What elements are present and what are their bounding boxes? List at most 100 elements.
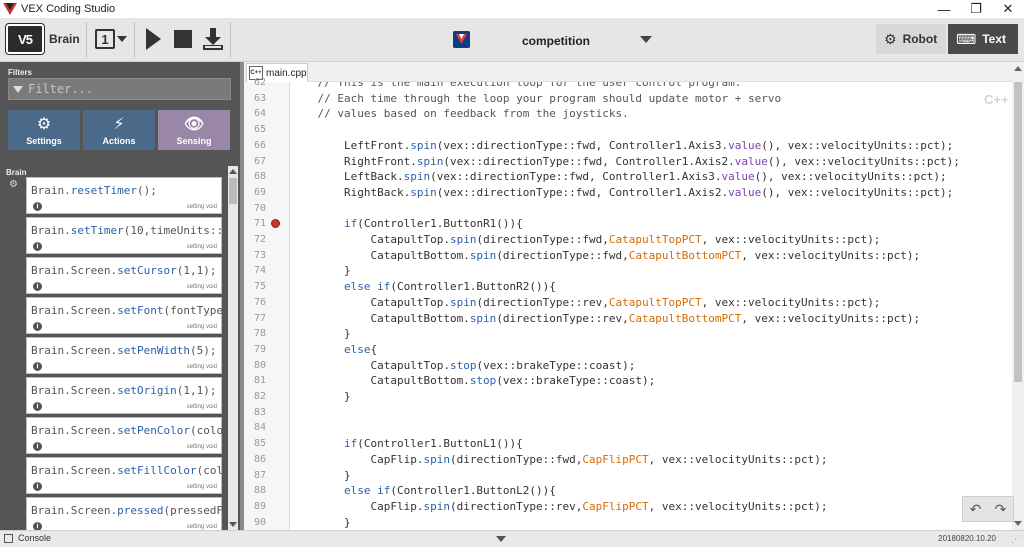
minimize-button[interactable]: —: [928, 0, 960, 18]
info-icon[interactable]: i: [33, 442, 42, 451]
info-icon[interactable]: i: [33, 202, 42, 211]
code-line[interactable]: }: [291, 326, 1011, 342]
robot-mode-button[interactable]: ⚙ Robot: [876, 24, 946, 54]
project-icon[interactable]: [453, 31, 470, 48]
code-line[interactable]: }: [291, 468, 1011, 484]
editor-tab-bar: C++ main.cpp: [244, 62, 1024, 82]
info-icon[interactable]: i: [33, 482, 42, 491]
snippet-code: Brain.Screen.setFont(fontType:: [31, 304, 222, 317]
snippet-block[interactable]: Brain.Screen.pressed(pressedFuisetting v…: [26, 497, 222, 530]
code-token: (Controller1.ButtonR2()){: [390, 280, 556, 294]
code-line[interactable]: // This is the main execution loop for t…: [291, 82, 1011, 91]
scroll-up-icon[interactable]: [229, 169, 237, 174]
restore-button[interactable]: ❐: [960, 0, 992, 18]
scroll-thumb[interactable]: [1014, 82, 1022, 382]
code-line[interactable]: [291, 122, 1011, 138]
chevron-down-icon[interactable]: [117, 36, 127, 42]
redo-icon[interactable]: ↷: [995, 501, 1007, 518]
code-line[interactable]: RightFront.spin(vex::directionType::fwd,…: [291, 154, 1011, 170]
code-line[interactable]: // Each time through the loop your progr…: [291, 91, 1011, 107]
code-line[interactable]: RightBack.spin(vex::directionType::fwd, …: [291, 185, 1011, 201]
editor-scrollbar[interactable]: [1012, 62, 1024, 530]
line-number: 69: [253, 186, 266, 198]
snippet-block[interactable]: Brain.resetTimer(); i setting void: [26, 177, 222, 214]
code-line[interactable]: CapFlip.spin(directionType::rev,CapFlipP…: [291, 499, 1011, 515]
code-line[interactable]: CatapultTop.spin(directionType::fwd,Cata…: [291, 232, 1011, 248]
code-token: , vex::velocityUnits::pct);: [701, 295, 881, 309]
line-number: 85: [253, 438, 266, 450]
code-line[interactable]: LeftBack.spin(vex::directionType::fwd, C…: [291, 169, 1011, 185]
info-icon[interactable]: i: [33, 522, 42, 530]
code-line[interactable]: LeftFront.spin(vex::directionType::fwd, …: [291, 138, 1011, 154]
info-icon[interactable]: i: [33, 322, 42, 331]
info-icon[interactable]: i: [33, 282, 42, 291]
line-number: 71: [253, 218, 266, 230]
play-icon[interactable]: [146, 28, 161, 50]
scroll-up-icon[interactable]: [1014, 66, 1022, 71]
project-name[interactable]: competition: [522, 34, 590, 48]
code-line[interactable]: CatapultTop.spin(directionType::rev,Cata…: [291, 295, 1011, 311]
code-line[interactable]: if(Controller1.ButtonL1()){: [291, 436, 1011, 452]
console-expand-icon[interactable]: [496, 536, 506, 542]
code-line[interactable]: CatapultTop.stop(vex::brakeType::coast);: [291, 358, 1011, 374]
snippet-suffix: (1,1);: [176, 264, 217, 277]
code-line[interactable]: }: [291, 263, 1011, 279]
slot-selector[interactable]: 1: [95, 29, 115, 49]
v5-logo[interactable]: V5: [5, 23, 45, 55]
code-line[interactable]: CatapultBottom.stop(vex::brakeType::coas…: [291, 373, 1011, 389]
code-token: // Each time through the loop your progr…: [291, 91, 782, 105]
snippet-block[interactable]: Brain.Screen.setOrigin(1,1); i setting voi…: [26, 377, 222, 414]
code-line[interactable]: CatapultBottom.spin(directionType::fwd,C…: [291, 248, 1011, 264]
code-line[interactable]: if(Controller1.ButtonR1()){: [291, 216, 1011, 232]
code-token: spin: [410, 138, 437, 152]
scroll-down-icon[interactable]: [229, 522, 237, 527]
code-line[interactable]: // values based on feedback from the joy…: [291, 106, 1011, 122]
stop-icon[interactable]: [174, 30, 192, 48]
category-actions[interactable]: ⚡ Actions: [83, 110, 155, 150]
code-line[interactable]: else{: [291, 342, 1011, 358]
code-text-area[interactable]: // This is the main execution loop for t…: [291, 82, 1011, 530]
code-line[interactable]: [291, 201, 1011, 217]
console-toggle[interactable]: Console: [4, 533, 51, 543]
snippet-block[interactable]: Brain.Screen.setPenColor(color i setting v…: [26, 417, 222, 454]
snippet-block[interactable]: Brain.Screen.setFillColor(colo: i setting …: [26, 457, 222, 494]
code-line[interactable]: [291, 405, 1011, 421]
close-button[interactable]: ✕: [992, 0, 1024, 18]
snippet-tag: setting void: [186, 244, 217, 250]
snippet-prefix: Brain.Screen.: [31, 264, 118, 277]
snippet-block[interactable]: Brain.Screen.setCursor(1,1); i setting voi…: [26, 257, 222, 294]
brain-label[interactable]: Brain: [49, 32, 80, 46]
code-line[interactable]: CatapultBottom.spin(directionType::rev,C…: [291, 311, 1011, 327]
code-line[interactable]: else if(Controller1.ButtonR2()){: [291, 279, 1011, 295]
info-icon[interactable]: i: [33, 402, 42, 411]
line-number-gutter[interactable]: 62 63 64 65 66 67 68 69 70 71 72 73 74 75 76 77 78 79 80 81…: [244, 77, 290, 530]
snippet-block[interactable]: Brain.Screen.setPenWidth(5); i setting voi…: [26, 337, 222, 374]
snippet-tag: setting void: [186, 284, 217, 290]
code-line[interactable]: CapFlip.spin(directionType::fwd,CapFlipP…: [291, 452, 1011, 468]
category-settings[interactable]: ⚙ Settings: [8, 110, 80, 150]
code-line[interactable]: }: [291, 515, 1011, 530]
snippet-block[interactable]: Brain.setTimer(10,timeUnits::sei setting …: [26, 217, 222, 254]
resize-grip-icon[interactable]: ⋰: [1011, 534, 1020, 545]
project-dropdown-icon[interactable]: [640, 36, 652, 43]
code-line[interactable]: }: [291, 389, 1011, 405]
download-icon[interactable]: [202, 27, 224, 51]
info-icon[interactable]: i: [33, 242, 42, 251]
info-icon[interactable]: i: [33, 362, 42, 371]
sidebar-scrollbar[interactable]: [228, 166, 238, 530]
line-number: 72: [253, 234, 266, 245]
undo-icon[interactable]: ↶: [970, 501, 982, 518]
snippet-block[interactable]: Brain.Screen.setFont(fontType: i setting v…: [26, 297, 222, 334]
code-line[interactable]: else if(Controller1.ButtonL2()){: [291, 483, 1011, 499]
scroll-thumb[interactable]: [229, 178, 237, 204]
line-number: 77: [253, 312, 266, 324]
scroll-down-icon[interactable]: [1014, 521, 1022, 526]
undo-redo-group: ↶ ↷: [962, 496, 1014, 522]
category-sensing[interactable]: 👁 Sensing: [158, 110, 230, 150]
code-line[interactable]: [291, 420, 1011, 436]
snippet-code: Brain.Screen.setPenWidth(5);: [31, 344, 216, 357]
filter-input[interactable]: Filter...: [8, 78, 231, 100]
text-mode-button[interactable]: ⌨ Text: [948, 24, 1018, 54]
snippet-code: Brain.Screen.pressed(pressedFu: [31, 504, 222, 517]
